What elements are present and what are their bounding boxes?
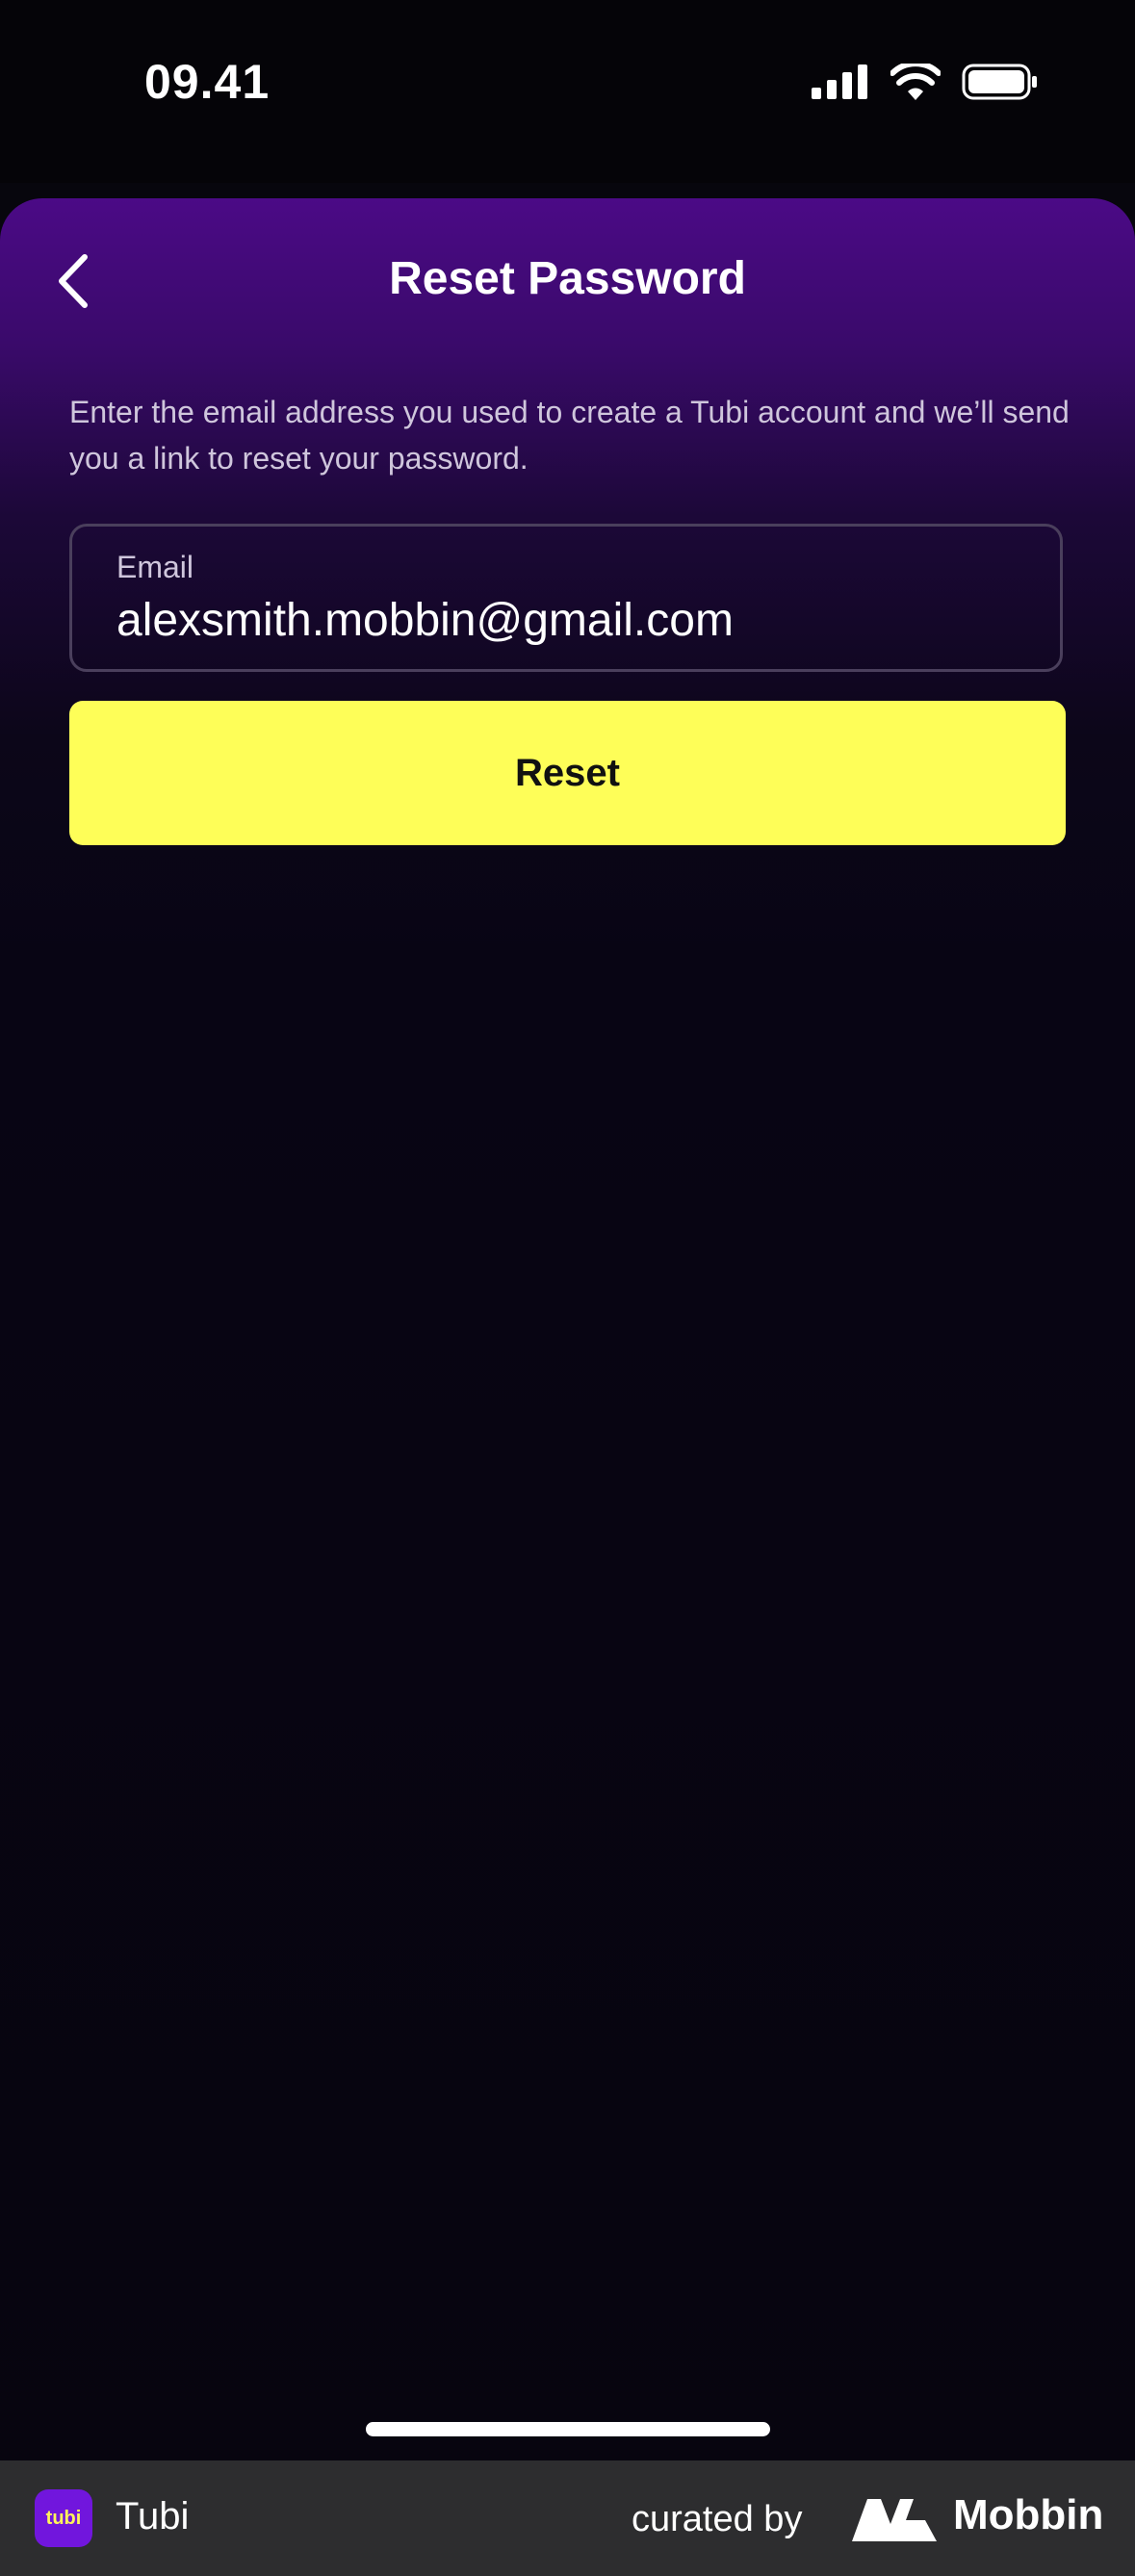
mobbin-logo-icon bbox=[852, 2499, 937, 2541]
email-label: Email bbox=[116, 550, 194, 584]
email-value[interactable]: alexsmith.mobbin@gmail.com bbox=[116, 594, 734, 647]
status-icons bbox=[812, 64, 1039, 100]
curated-by-label: curated by bbox=[632, 2499, 803, 2539]
reset-button[interactable]: Reset bbox=[69, 701, 1066, 845]
wifi-icon bbox=[890, 64, 941, 100]
signal-icon bbox=[812, 64, 867, 99]
app-logo: tubi bbox=[35, 2489, 92, 2547]
status-bar: 09.41 bbox=[0, 0, 1135, 183]
email-field[interactable]: Email alexsmith.mobbin@gmail.com bbox=[69, 524, 1063, 672]
home-indicator bbox=[366, 2422, 770, 2436]
instructions-text: Enter the email address you used to crea… bbox=[69, 395, 1070, 476]
status-time: 09.41 bbox=[144, 55, 271, 109]
app-name: Tubi bbox=[116, 2495, 190, 2537]
reset-password-screen: 09.41 Reset Password Enter the email add… bbox=[0, 0, 1135, 2576]
footer-bar: tubi Tubi curated by Mobbin bbox=[0, 2460, 1135, 2576]
battery-icon bbox=[962, 64, 1037, 100]
mobbin-brand: Mobbin bbox=[953, 2491, 1104, 2538]
reset-password-sheet: Reset Password Enter the email address y… bbox=[0, 198, 1135, 2460]
page-title: Reset Password bbox=[389, 253, 746, 304]
